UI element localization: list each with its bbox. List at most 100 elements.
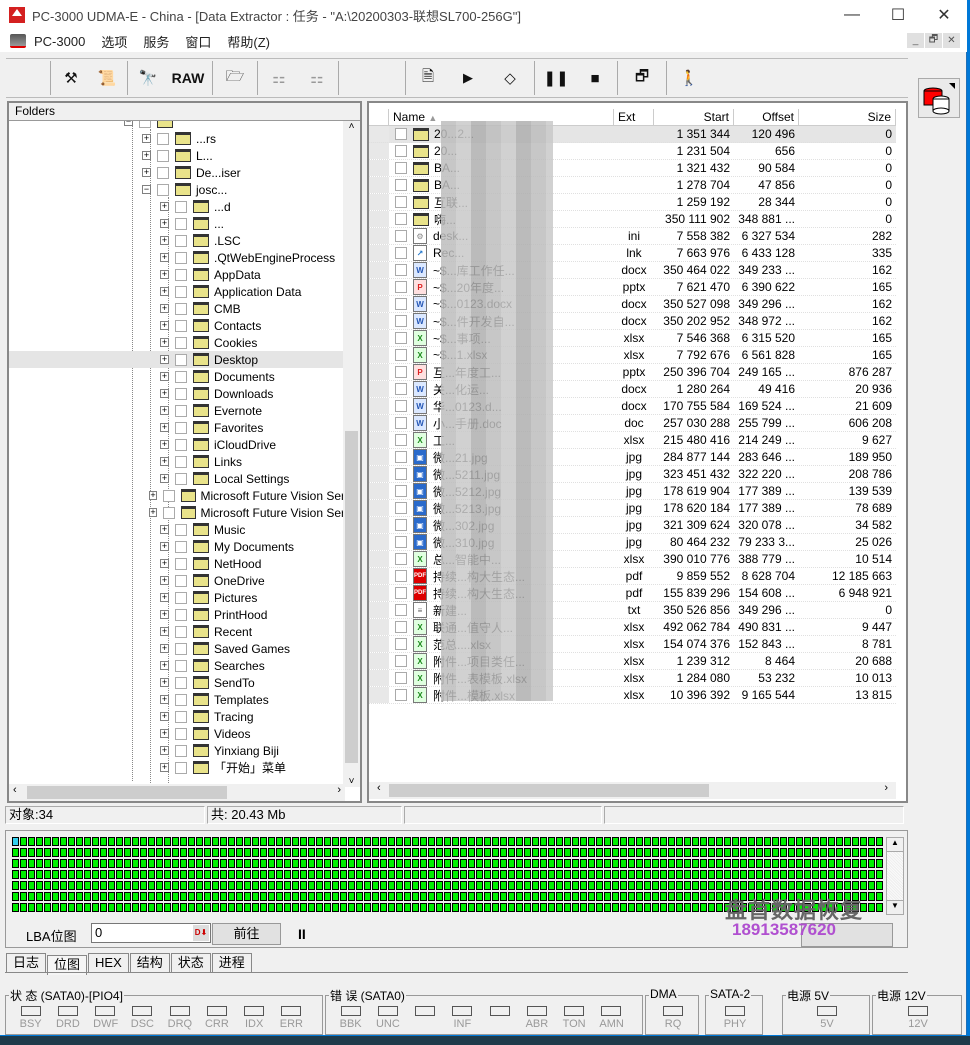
bitmap-cell[interactable] (836, 881, 843, 890)
bitmap-cell[interactable] (652, 837, 659, 846)
bitmap-cell[interactable] (156, 892, 163, 901)
bitmap-cell[interactable] (644, 848, 651, 857)
bitmap-cell[interactable] (284, 870, 291, 879)
bitmap-cell[interactable] (548, 837, 555, 846)
bitmap-cell[interactable] (420, 859, 427, 868)
bitmap-cell[interactable] (140, 870, 147, 879)
bitmap-cell[interactable] (452, 837, 459, 846)
bitmap-cell[interactable] (740, 859, 747, 868)
bitmap-cell[interactable] (668, 848, 675, 857)
bitmap-cell[interactable] (252, 892, 259, 901)
bitmap-cell[interactable] (148, 837, 155, 846)
bitmap-cell[interactable] (804, 859, 811, 868)
bitmap-cell[interactable] (524, 903, 531, 912)
bitmap-cell[interactable] (132, 837, 139, 846)
bitmap-cell[interactable] (684, 837, 691, 846)
bitmap-cell[interactable] (276, 837, 283, 846)
bitmap-cell[interactable] (156, 903, 163, 912)
bitmap-cell[interactable] (236, 837, 243, 846)
bitmap-cell[interactable] (124, 903, 131, 912)
bitmap-cell[interactable] (764, 848, 771, 857)
bitmap-cell[interactable] (676, 892, 683, 901)
database-transfer-icon[interactable] (918, 78, 960, 118)
bitmap-cell[interactable] (844, 870, 851, 879)
bitmap-cell[interactable] (20, 848, 27, 857)
bitmap-cell[interactable] (380, 859, 387, 868)
bitmap-cell[interactable] (460, 870, 467, 879)
bitmap-cell[interactable] (300, 837, 307, 846)
bitmap-cell[interactable] (516, 870, 523, 879)
bitmap-cell[interactable] (580, 848, 587, 857)
bitmap-cell[interactable] (612, 870, 619, 879)
tree-item[interactable]: + SendTo (9, 674, 345, 691)
bitmap-cell[interactable] (476, 859, 483, 868)
bitmap-cell[interactable] (468, 859, 475, 868)
bitmap-cell[interactable] (372, 870, 379, 879)
bitmap-cell[interactable] (660, 892, 667, 901)
bitmap-cell[interactable] (252, 848, 259, 857)
bitmap-cell[interactable] (412, 859, 419, 868)
bitmap-cell[interactable] (820, 881, 827, 890)
bitmap-cell[interactable] (668, 870, 675, 879)
bitmap-cell[interactable] (52, 892, 59, 901)
bitmap-cell[interactable] (380, 848, 387, 857)
bitmap-cell[interactable] (772, 848, 779, 857)
bitmap-cell[interactable] (308, 903, 315, 912)
bitmap-cell[interactable] (740, 837, 747, 846)
bitmap-cell[interactable] (228, 837, 235, 846)
bitmap-cell[interactable] (588, 892, 595, 901)
bitmap-cell[interactable] (540, 870, 547, 879)
tree-structure-2-icon[interactable]: ⚏ (298, 60, 336, 96)
bitmap-cell[interactable] (196, 848, 203, 857)
bitmap-cell[interactable] (204, 848, 211, 857)
file-checkbox[interactable] (395, 213, 407, 225)
tree-checkbox[interactable] (175, 693, 187, 706)
bitmap-cell[interactable] (508, 881, 515, 890)
bitmap-cell[interactable] (668, 892, 675, 901)
bitmap-cell[interactable] (172, 859, 179, 868)
tree-item[interactable]: + Microsoft Future Vision Ser (9, 504, 345, 521)
bitmap-cell[interactable] (260, 848, 267, 857)
bitmap-cell[interactable] (540, 837, 547, 846)
tree-checkbox[interactable] (175, 540, 187, 553)
bitmap-cell[interactable] (148, 848, 155, 857)
bitmap-cell[interactable] (564, 870, 571, 879)
bitmap-cell[interactable] (340, 881, 347, 890)
bitmap-cell[interactable] (604, 848, 611, 857)
tree-item[interactable]: + iCloudDrive (9, 436, 345, 453)
bitmap-cell[interactable] (76, 870, 83, 879)
bitmap-cell[interactable] (76, 859, 83, 868)
bitmap-cell[interactable] (388, 848, 395, 857)
bitmap-cell[interactable] (396, 881, 403, 890)
bitmap-cell[interactable] (156, 859, 163, 868)
bitmap-cell[interactable] (644, 859, 651, 868)
bitmap-cell[interactable] (660, 848, 667, 857)
tree-item[interactable]: + Evernote (9, 402, 345, 419)
file-checkbox[interactable] (395, 502, 407, 514)
bitmap-cell[interactable] (332, 837, 339, 846)
bitmap-cell[interactable] (292, 881, 299, 890)
expand-icon[interactable]: + (160, 712, 169, 721)
file-checkbox[interactable] (395, 264, 407, 276)
bitmap-cell[interactable] (532, 903, 539, 912)
bitmap-cell[interactable] (836, 859, 843, 868)
bitmap-cell[interactable] (244, 881, 251, 890)
expand-icon[interactable]: + (160, 474, 169, 483)
bitmap-cell[interactable] (388, 837, 395, 846)
bitmap-cell[interactable] (204, 903, 211, 912)
bitmap-cell[interactable] (132, 903, 139, 912)
bitmap-cell[interactable] (708, 848, 715, 857)
bitmap-cell[interactable] (612, 848, 619, 857)
bitmap-cell[interactable] (548, 859, 555, 868)
bitmap-cell[interactable] (588, 859, 595, 868)
bitmap-cell[interactable] (580, 837, 587, 846)
bitmap-cell[interactable] (532, 892, 539, 901)
tab-status[interactable]: 状态 (170, 953, 211, 973)
bitmap-cell[interactable] (236, 859, 243, 868)
bitmap-cell[interactable] (748, 859, 755, 868)
bitmap-cell[interactable] (28, 837, 35, 846)
bitmap-cell[interactable] (276, 848, 283, 857)
tree-checkbox[interactable] (157, 149, 169, 162)
bitmap-cell[interactable] (44, 881, 51, 890)
bitmap-cell[interactable] (780, 881, 787, 890)
